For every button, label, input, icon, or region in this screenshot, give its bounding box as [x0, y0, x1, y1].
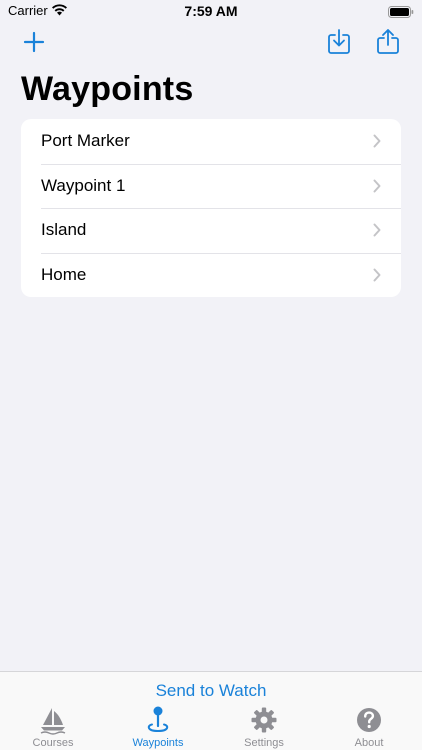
list-item[interactable]: Waypoint 1	[21, 163, 401, 209]
plus-icon	[23, 31, 45, 58]
sailboat-icon	[13, 705, 93, 735]
list-item[interactable]: Island	[21, 208, 401, 253]
waypoints-screen: Carrier 7:59 AM Waypoints Port Marker Wa…	[0, 0, 422, 750]
question-mark-circle-icon	[329, 705, 409, 735]
map-pin-icon	[118, 705, 198, 735]
send-to-watch-button[interactable]: Send to Watch	[0, 681, 422, 701]
chevron-right-icon	[373, 134, 381, 153]
import-button[interactable]	[325, 28, 353, 60]
waypoints-list: Port Marker Waypoint 1 Island Home	[21, 119, 401, 297]
tray-arrow-down-icon	[327, 28, 351, 60]
tab-label: Waypoints	[132, 737, 184, 749]
share-button[interactable]	[374, 28, 402, 60]
battery-icon	[388, 5, 414, 23]
chevron-right-icon	[373, 179, 381, 198]
page-title: Waypoints	[21, 70, 194, 108]
tab-label: About	[354, 737, 384, 749]
chevron-right-icon	[373, 268, 381, 287]
waypoint-name: Port Marker	[41, 131, 130, 151]
share-icon	[376, 28, 400, 60]
add-waypoint-button[interactable]	[20, 30, 48, 58]
tab-label: Courses	[32, 737, 74, 749]
tab-bar: Send to Watch Courses Waypoints Settings…	[0, 671, 422, 750]
tab-courses[interactable]: Courses	[13, 705, 93, 750]
tab-settings[interactable]: Settings	[224, 705, 304, 750]
tab-waypoints[interactable]: Waypoints	[118, 705, 198, 750]
clock: 7:59 AM	[184, 3, 238, 19]
chevron-right-icon	[373, 223, 381, 242]
waypoint-name: Home	[41, 264, 87, 284]
status-bar: Carrier 7:59 AM	[0, 0, 422, 24]
waypoint-name: Island	[41, 220, 87, 240]
list-item[interactable]: Port Marker	[21, 119, 401, 164]
waypoint-name: Waypoint 1	[41, 175, 126, 195]
tab-label: Settings	[244, 737, 284, 749]
tab-about[interactable]: About	[329, 705, 409, 750]
list-item[interactable]: Home	[21, 252, 401, 298]
gear-icon	[224, 705, 304, 735]
